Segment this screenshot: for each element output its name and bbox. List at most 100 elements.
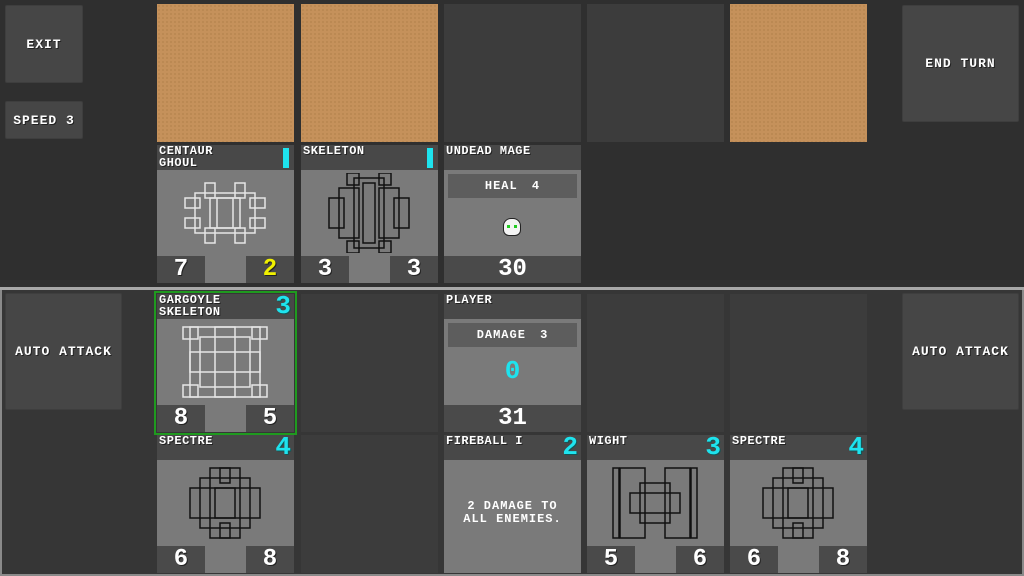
end-turn-button[interactable]: End Turn [902,5,1019,122]
sprite-part [204,182,216,199]
empty-slot[interactable] [301,294,438,432]
card-name: Spectre [159,434,213,448]
health-stat: 5 [246,405,294,432]
black-spectre-sprite [762,467,834,539]
sprite-part [219,522,231,539]
black-spectre-sprite [189,467,261,539]
card-cost: 1 [427,148,433,168]
card-cost: 4 [848,432,864,462]
card-cost: 1 [283,148,289,168]
health-stat: 6 [676,546,724,573]
sprite-part [194,192,256,234]
card-header: Player [444,294,581,319]
sprite-part [346,173,360,186]
empty-slot[interactable] [301,435,438,573]
selected-creature-card[interactable]: Gargoyle Skeleton 3 8 5 [154,291,297,435]
sprite-part [214,487,236,519]
sprite-part [234,182,246,199]
card-header: Undead Mage [444,145,581,170]
sprite-part [338,187,360,239]
card-header: Centaur Ghoul 1 [157,145,294,170]
card-header: Fireball I 2 [444,434,581,460]
sprite-part [664,467,691,539]
sprite-part [346,240,360,253]
card-header: Skeleton 1 [301,145,438,170]
hero-ability-button[interactable]: Damage 3 [448,323,577,347]
sprite-part [772,477,824,529]
auto-attack-left-button[interactable]: Auto Attack [5,293,122,410]
card-name: Gargoyle Skeleton [159,293,221,319]
creature-card[interactable]: Spectre 4 6 8 [157,432,294,573]
black-wight-sprite [612,467,698,539]
attack-stat: 3 [301,256,349,283]
health-stat: 8 [246,546,294,573]
skull-eyes [507,225,517,228]
sprite-part [362,182,376,244]
creature-card[interactable]: Wight 3 5 6 [587,432,724,573]
spell-description: 2 damage to all enemies. [463,499,562,526]
hero-health: 30 [444,256,581,283]
creature-card[interactable]: Centaur Ghoul 1 7 2 [157,145,294,283]
card-header: Spectre 4 [157,432,294,462]
speed-button[interactable]: Speed 3 [5,101,83,139]
sprite-part [219,467,231,484]
creature-card[interactable]: Skeleton 1 3 3 [301,145,438,283]
empty-slot[interactable] [587,294,724,432]
hero-card[interactable]: Undead Mage Heal 4 30 [444,145,581,283]
sprite-part [792,522,804,539]
sprite-part [792,467,804,484]
enemy-board-slot[interactable] [730,4,867,142]
hero-card[interactable]: Player Damage 3 0 31 [444,294,581,432]
attack-stat: 6 [157,546,205,573]
hero-mana-value: 0 [504,356,521,386]
health-stat: 8 [819,546,867,573]
skull-icon [503,218,521,236]
hero-health: 31 [444,405,581,432]
sprite-part [199,477,251,529]
sprite-part [393,197,410,229]
enemy-board-slot[interactable] [301,4,438,142]
exit-button[interactable]: Exit [5,5,83,83]
sprite-part [184,197,201,209]
card-name: Undead Mage [446,144,531,158]
sprite-part [199,336,251,388]
sprite-part [612,467,620,539]
sprite-part [378,173,392,186]
hero-ability-button[interactable]: Heal 4 [448,174,577,198]
attack-stat: 5 [587,546,635,573]
sprite-part [378,240,392,253]
sprite-part [619,467,646,539]
card-header: Gargoyle Skeleton 3 [157,293,294,319]
sprite-part [787,487,809,519]
card-name: Fireball I [446,434,524,448]
health-stat: 2 [246,256,294,283]
card-cost: 4 [275,432,291,462]
enemy-board-slot[interactable] [587,4,724,142]
sprite-part [184,217,201,229]
enemy-board-slot[interactable] [157,4,294,142]
sprite-part [249,197,266,209]
enemy-board-slot[interactable] [444,4,581,142]
attack-stat: 7 [157,256,205,283]
card-name: Player [446,293,493,307]
sprite-part [249,217,266,229]
auto-attack-right-button[interactable]: Auto Attack [902,293,1019,410]
creature-card[interactable]: Spectre 4 6 8 [730,432,867,573]
sprite-part [328,197,345,229]
spell-card[interactable]: Fireball I 2 2 damage to all enemies. [444,434,581,573]
card-name: Skeleton [303,144,365,158]
health-stat: 3 [390,256,438,283]
attack-stat: 6 [730,546,778,573]
sprite-part [378,187,400,239]
attack-stat: 8 [157,405,205,432]
empty-slot[interactable] [730,294,867,432]
sprite-part [209,197,241,229]
sprite-part [204,227,216,244]
card-header: Wight 3 [587,432,724,462]
sprite-part [216,197,234,229]
card-name: Spectre [732,434,786,448]
sprite-part [629,492,681,514]
white-gargoyle-sprite [182,326,268,398]
white-golem-sprite [184,182,266,244]
card-cost: 3 [705,432,721,462]
